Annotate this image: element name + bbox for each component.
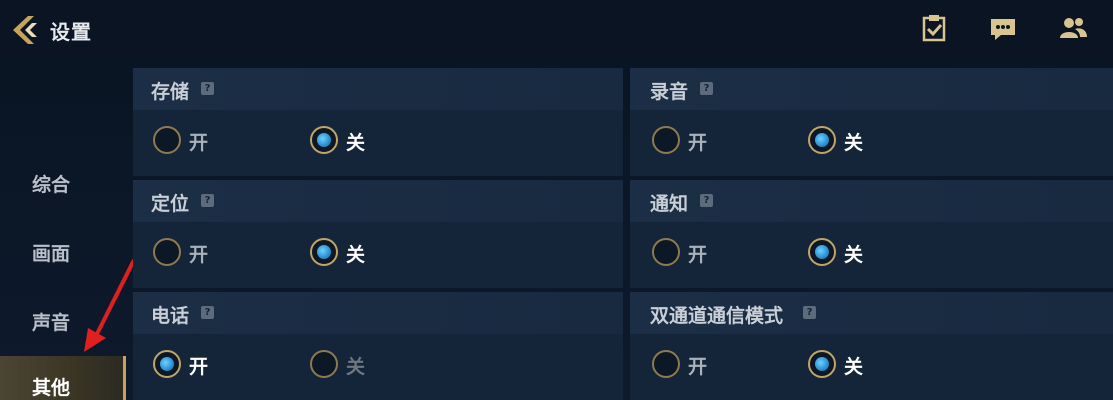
radio-button[interactable] [310,126,338,154]
radio-button[interactable] [808,126,836,154]
setting-title: 定位 [151,193,190,215]
option-label: 关 [346,244,366,266]
setting-panel-notification: 通知 ? 开 关 [630,180,1113,288]
setting-panel-recording: 录音 ? 开 关 [630,68,1113,176]
radio-button[interactable] [153,350,181,378]
back-arrow-icon[interactable] [8,13,42,47]
help-icon[interactable]: ? [700,82,713,95]
option-label: 开 [189,244,209,266]
friends-icon[interactable] [1057,12,1089,44]
help-icon[interactable]: ? [803,306,816,319]
sidebar-item-other[interactable]: 其他 [0,356,126,400]
option-label: 开 [688,132,708,154]
sidebar-item-general[interactable]: 综合 [0,161,126,209]
option-label: 关 [844,356,864,378]
top-bar: 设置 [0,0,1113,60]
option-label: 关 [844,132,864,154]
option-label: 关 [844,244,864,266]
help-icon[interactable]: ? [201,306,214,319]
annotation-arrow [84,259,136,352]
chat-bubble-icon[interactable] [987,12,1019,44]
radio-button[interactable] [310,350,338,378]
option-label: 关 [346,132,366,154]
option-label: 关 [346,356,366,378]
help-icon[interactable]: ? [201,194,214,207]
setting-panel-dual-channel: 双通道通信模式 ? 开 关 [630,292,1113,400]
radio-button[interactable] [652,238,680,266]
radio-button[interactable] [153,126,181,154]
setting-panel-phone: 电话 ? 开 关 [133,292,623,400]
setting-panel-location: 定位 ? 开 关 [133,180,623,288]
option-label: 开 [189,132,209,154]
radio-button[interactable] [652,126,680,154]
option-label: 开 [688,244,708,266]
page-title: 设置 [50,20,92,44]
radio-button[interactable] [310,238,338,266]
radio-button[interactable] [808,350,836,378]
option-label: 开 [688,356,708,378]
setting-panel-storage: 存储 ? 开 关 [133,68,623,176]
help-icon[interactable]: ? [700,194,713,207]
radio-button[interactable] [153,238,181,266]
setting-title: 双通道通信模式 [650,305,784,327]
setting-title: 存储 [151,81,190,103]
radio-button[interactable] [652,350,680,378]
setting-title: 通知 [650,193,689,215]
setting-title: 录音 [650,81,689,103]
setting-title: 电话 [151,305,190,327]
option-label: 开 [189,356,209,378]
clipboard-check-icon[interactable] [918,12,950,44]
help-icon[interactable]: ? [201,82,214,95]
radio-button[interactable] [808,238,836,266]
